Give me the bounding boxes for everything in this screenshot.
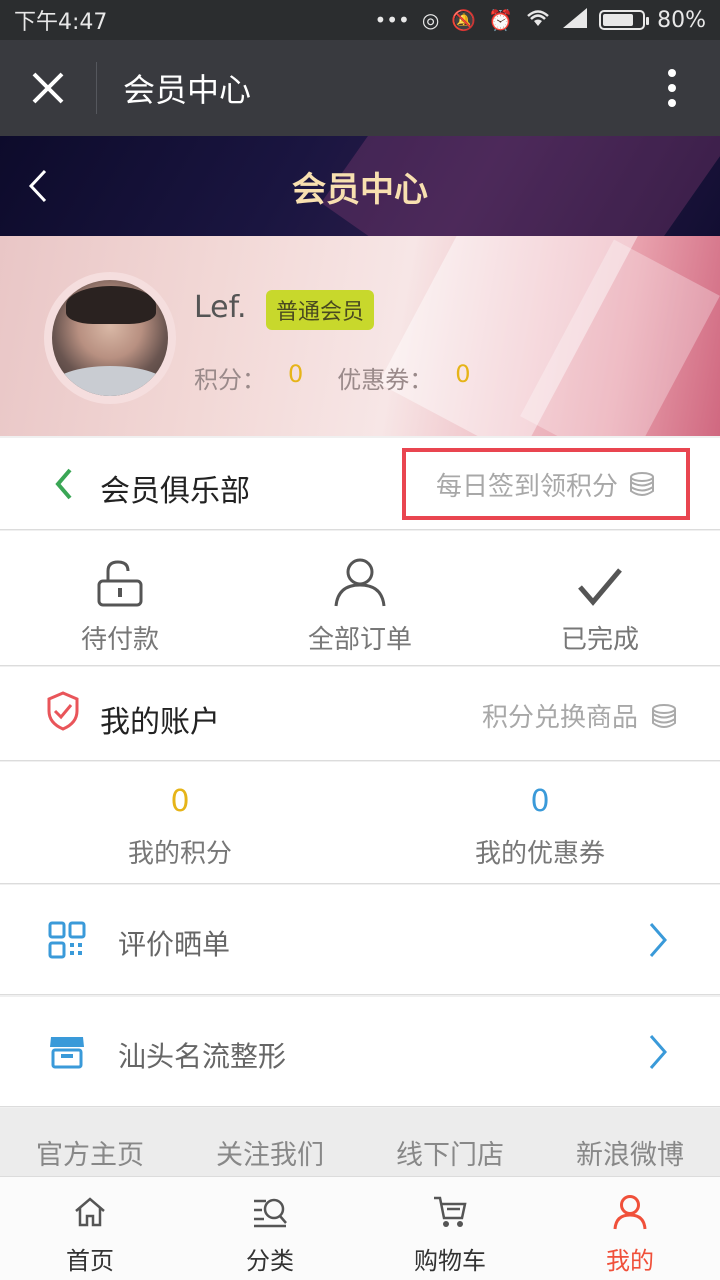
home-icon: [75, 1197, 105, 1227]
profile-stats: 积分： 0 优惠券： 0: [194, 360, 495, 395]
daily-signin-label: 每日签到领积分: [435, 471, 618, 502]
points-label: 积分：: [194, 366, 266, 394]
chevron-left-icon: [55, 468, 72, 500]
member-club-title: 会员俱乐部: [100, 474, 250, 509]
battery-percent: 80%: [657, 7, 706, 33]
avatar[interactable]: [44, 272, 176, 404]
back-button[interactable]: [18, 164, 58, 208]
qr-grid-icon: [48, 921, 86, 959]
daily-signin-button[interactable]: 每日签到领积分: [402, 448, 690, 520]
page-header: 会员中心: [0, 136, 720, 236]
completed-orders-button[interactable]: 已完成: [480, 531, 720, 665]
chevron-left-icon: [28, 169, 47, 203]
close-icon: [32, 72, 64, 104]
divider: [96, 62, 97, 114]
mute-icon: 🔕: [451, 8, 477, 32]
points-exchange-label: 积分兑换商品: [481, 703, 638, 733]
all-orders-label: 全部订单: [307, 625, 412, 655]
coupons-value: 0: [455, 360, 471, 388]
cart-icon: [434, 1196, 467, 1227]
battery-icon: [599, 10, 650, 30]
wifi-icon: [525, 8, 551, 33]
status-time: 下午4:47: [14, 10, 108, 35]
tab-category[interactable]: 分类: [180, 1177, 360, 1280]
tab-category-label: 分类: [246, 1247, 294, 1275]
chevron-right-icon: [649, 923, 667, 957]
tab-home[interactable]: 首页: [0, 1177, 180, 1280]
coins-icon: [652, 703, 676, 728]
my-points-value: 0: [170, 784, 190, 819]
more-notifications-icon: •••: [374, 8, 410, 32]
member-level-badge: 普通会员: [266, 290, 375, 330]
pending-payment-button[interactable]: 待付款: [0, 531, 240, 665]
pending-payment-label: 待付款: [80, 625, 159, 655]
my-account-row[interactable]: 我的账户 积分兑换商品: [0, 667, 720, 761]
close-button[interactable]: [0, 40, 96, 136]
footer-links: 官方主页 关注我们 线下门店 新浪微博: [0, 1108, 720, 1176]
menu-item-store-label: 汕头名流整形: [118, 1040, 287, 1073]
menu-item-store[interactable]: 汕头名流整形: [0, 997, 720, 1107]
tab-mine-label: 我的: [606, 1247, 654, 1275]
completed-orders-label: 已完成: [560, 625, 639, 655]
my-coupons-value: 0: [530, 784, 550, 819]
link-offline-stores[interactable]: 线下门店: [396, 1133, 504, 1172]
category-search-icon: [254, 1198, 287, 1228]
unlock-icon: [97, 560, 143, 607]
tab-cart[interactable]: 购物车: [360, 1177, 540, 1280]
my-points-label: 我的积分: [127, 839, 232, 869]
coins-icon: [630, 472, 654, 496]
username: Lef.: [194, 290, 247, 325]
link-sina-weibo[interactable]: 新浪微博: [576, 1133, 684, 1172]
tab-home-label: 首页: [66, 1247, 114, 1275]
user-icon: [613, 1195, 647, 1230]
link-icon: ◎: [421, 8, 440, 32]
alarm-icon: ⏰: [488, 8, 514, 32]
wechat-title-bar: 会员中心: [0, 40, 720, 136]
menu-item-reviews-label: 评价晒单: [118, 928, 231, 961]
user-outline-icon: [334, 558, 386, 607]
status-bar: 下午4:47 ••• ◎ 🔕 ⏰ 80%: [0, 0, 720, 40]
my-account-title: 我的账户: [100, 705, 220, 740]
more-menu-button[interactable]: [624, 40, 720, 136]
profile-card: Lef. 普通会员 积分： 0 优惠券： 0: [0, 236, 720, 436]
signal-icon: [563, 7, 588, 33]
tab-cart-label: 购物车: [414, 1247, 486, 1275]
menu-item-reviews[interactable]: 评价晒单: [0, 885, 720, 995]
member-club-row[interactable]: 会员俱乐部 每日签到领积分: [0, 438, 720, 530]
link-official-site[interactable]: 官方主页: [36, 1133, 144, 1172]
bottom-tab-bar: 首页 分类 购物车 我的: [0, 1176, 720, 1280]
my-coupons-label: 我的优惠券: [474, 839, 605, 869]
page-title: 会员中心: [292, 169, 428, 210]
points-exchange-link[interactable]: 积分兑换商品: [482, 697, 678, 734]
my-points[interactable]: 0 我的积分: [0, 762, 360, 883]
points-value: 0: [288, 360, 304, 388]
checkmark-icon: [578, 568, 622, 606]
shield-check-icon: [47, 691, 79, 731]
balances-panel: 0 我的积分 0 我的优惠券: [0, 762, 720, 884]
order-shortcuts: 待付款 全部订单 已完成: [0, 531, 720, 666]
coupons-label: 优惠券：: [337, 366, 434, 394]
tab-mine[interactable]: 我的: [540, 1177, 720, 1280]
all-orders-button[interactable]: 全部订单: [240, 531, 480, 665]
my-coupons[interactable]: 0 我的优惠券: [360, 762, 720, 883]
link-follow-us[interactable]: 关注我们: [216, 1133, 324, 1172]
more-vertical-icon: [668, 69, 676, 107]
store-icon: [50, 1037, 84, 1069]
wechat-title: 会员中心: [123, 71, 252, 109]
chevron-right-icon: [649, 1035, 667, 1069]
